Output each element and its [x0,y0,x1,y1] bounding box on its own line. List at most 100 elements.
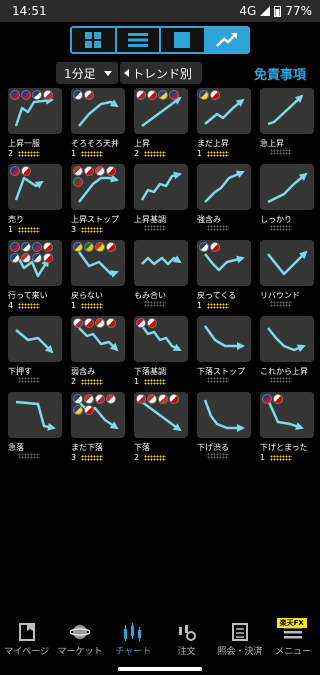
strength-dots [144,454,166,461]
flag-au-icon [32,90,42,100]
pattern-card[interactable]: 下落 2 [131,392,191,464]
nav-item-candle[interactable]: チャート [107,620,160,660]
pattern-card[interactable]: 弱含み 2 [68,316,128,388]
flag-jp-icon [21,166,31,176]
strength-dots [207,225,229,231]
trend-arrow-icon [267,94,304,126]
pattern-label: 行って来い [8,291,48,300]
pattern-count [8,377,40,383]
pattern-label: まだ上昇 [197,139,229,148]
pattern-count: 1 [134,377,166,386]
nav-label: 注文 [177,647,196,657]
flag-cn-icon [95,242,105,252]
pattern-card[interactable]: リバウンド [257,240,317,312]
currency-flags [136,394,188,404]
nav-label: マーケット [57,647,103,657]
pattern-card[interactable]: そろそろ天井 1 [68,88,128,160]
flag-ch-icon [84,394,94,404]
filter-bar: 1分足 トレンド別 免責事項 [0,62,320,84]
home-indicator [118,667,202,671]
pattern-count: 1 [8,225,40,234]
grid-icon [85,32,102,48]
pattern-card[interactable]: 売り 1 [5,164,65,236]
clock: 14:51 [12,4,47,18]
pattern-count [134,301,166,307]
single-view-button[interactable] [161,28,206,52]
trend-arrow-icon [267,172,308,204]
pattern-chart [8,316,62,362]
strength-dots [207,302,229,309]
flag-tr-icon [136,318,146,328]
pattern-chart [134,392,188,438]
pattern-card[interactable]: 急落 [5,392,65,464]
trend-filter-dropdown[interactable]: トレンド別 [120,62,202,84]
pattern-card[interactable]: 急上昇 [257,88,317,160]
nav-item-order[interactable]: 注文 [160,620,213,660]
pattern-label: 戻ってくる [197,291,237,300]
pattern-chart [71,88,125,134]
pattern-count: 3 [71,225,103,234]
pattern-chart [260,316,314,362]
pattern-chart [260,392,314,438]
flag-jp-icon [43,242,53,252]
pattern-card[interactable]: 行って来い 4 [5,240,65,312]
pattern-card[interactable]: 下げとまった 1 [257,392,317,464]
list-view-button[interactable] [117,28,161,52]
nav-item-globe[interactable]: マーケット [53,620,106,660]
pattern-label: 下押す [8,367,32,376]
pattern-label: 上昇基調 [134,215,166,224]
pattern-card[interactable]: まだ下落 3 [68,392,128,464]
pattern-count: 1 [71,149,103,158]
pattern-count-value: 3 [71,453,77,462]
pattern-card[interactable]: 下落基調 1 [131,316,191,388]
trend-view-button[interactable] [205,28,248,52]
bottom-nav: マイページ マーケット チャート 注文 照会・決済 楽天FX メニュー [0,618,320,660]
flag-ch-icon [147,394,157,404]
pattern-card[interactable]: しっかり [257,164,317,236]
flag-ch-icon [21,253,31,263]
pattern-card[interactable]: これから上昇 [257,316,317,388]
flag-jp-icon [43,253,53,263]
flag-ch-icon [106,394,116,404]
nav-label: 照会・決済 [217,647,263,657]
battery-percent: 77% [285,4,312,18]
pattern-chart [71,316,125,362]
nav-item-menu[interactable]: 楽天FX メニュー [267,618,320,660]
pattern-count: 1 [71,301,103,310]
pattern-card[interactable]: 上昇ストップ 3 [68,164,128,236]
pattern-card[interactable]: 上昇一服 2 [5,88,65,160]
strength-dots [207,377,229,383]
pattern-card[interactable]: もみ合い [131,240,191,312]
flag-us-icon [136,394,146,404]
nav-item-bookmark[interactable]: マイページ [0,620,53,660]
timeframe-dropdown[interactable]: 1分足 [56,62,118,84]
strength-dots [270,149,292,155]
pattern-card[interactable]: 下落ストップ [194,316,254,388]
pattern-card[interactable]: 下押す [5,316,65,388]
pattern-count [260,225,292,231]
currency-flags [73,90,125,100]
view-toggle [70,26,250,54]
pattern-card[interactable]: 上昇基調 [131,164,191,236]
flag-gb-icon [32,242,42,252]
flag-eu-icon [73,242,83,252]
strength-dots [81,150,103,157]
flag-jp-icon [84,166,94,176]
disclaimer-link[interactable]: 免責事項 [254,64,306,83]
trend-arrow-icon [140,171,182,201]
flag-us-icon [95,394,105,404]
pattern-card[interactable]: 下げ渋る [194,392,254,464]
currency-flags [199,90,251,100]
pattern-card[interactable]: 戻らない 1 [68,240,128,312]
pattern-card[interactable]: 戻ってくる 1 [194,240,254,312]
pattern-chart [134,316,188,362]
nav-item-document[interactable]: 照会・決済 [213,620,266,660]
pattern-label: 上昇 [134,139,150,148]
pattern-count [260,377,292,383]
grid-view-button[interactable] [72,28,117,52]
pattern-card[interactable]: 上昇 2 [131,88,191,160]
pattern-card[interactable]: まだ上昇 1 [194,88,254,160]
pattern-label: もみ合い [134,291,166,300]
pattern-card[interactable]: 強含み [194,164,254,236]
timeframe-value: 1分足 [64,66,96,81]
